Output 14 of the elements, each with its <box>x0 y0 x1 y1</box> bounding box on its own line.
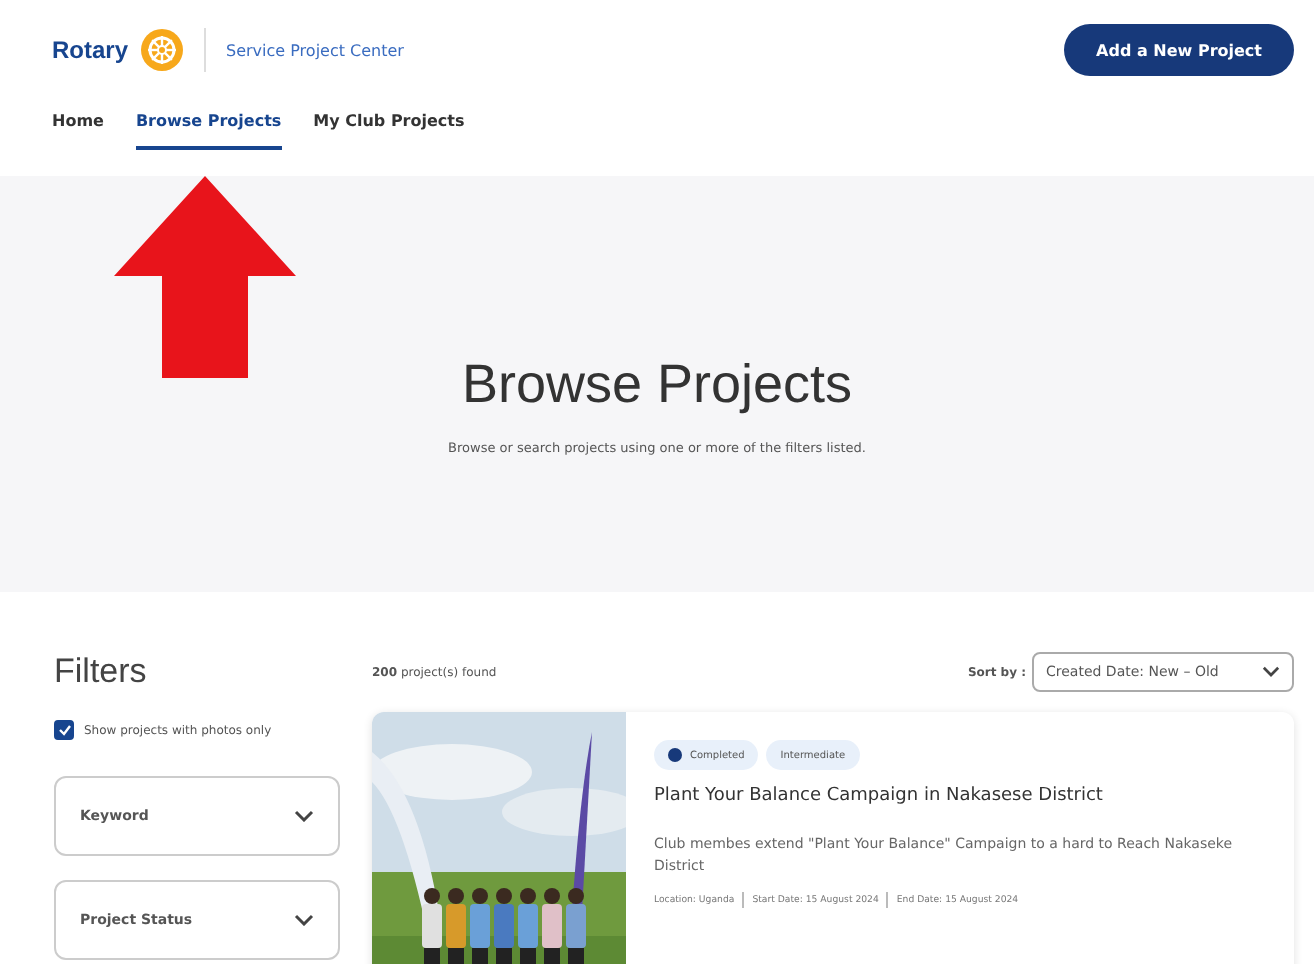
logo-text[interactable]: Rotary <box>52 36 129 64</box>
nav-tab[interactable]: Browse Projects <box>135 100 282 150</box>
checkbox[interactable] <box>54 720 74 740</box>
add-project-button[interactable]: Add a New Project <box>1064 24 1294 76</box>
chevron-down-icon <box>294 914 314 926</box>
site-title: Service Project Center <box>226 41 404 59</box>
wheel-logo-icon <box>140 28 185 72</box>
hero-title: Browse Projects <box>461 353 853 415</box>
filters-title: Filters <box>54 652 149 692</box>
project-title[interactable]: Plant Your Balance Campaign in Nakasese District <box>654 786 1266 806</box>
nav-tab[interactable]: My Club Projects <box>313 100 465 150</box>
chevron-down-icon <box>1262 666 1280 678</box>
nav-tab[interactable]: Home <box>52 100 104 150</box>
chevron-down-icon <box>294 810 314 822</box>
